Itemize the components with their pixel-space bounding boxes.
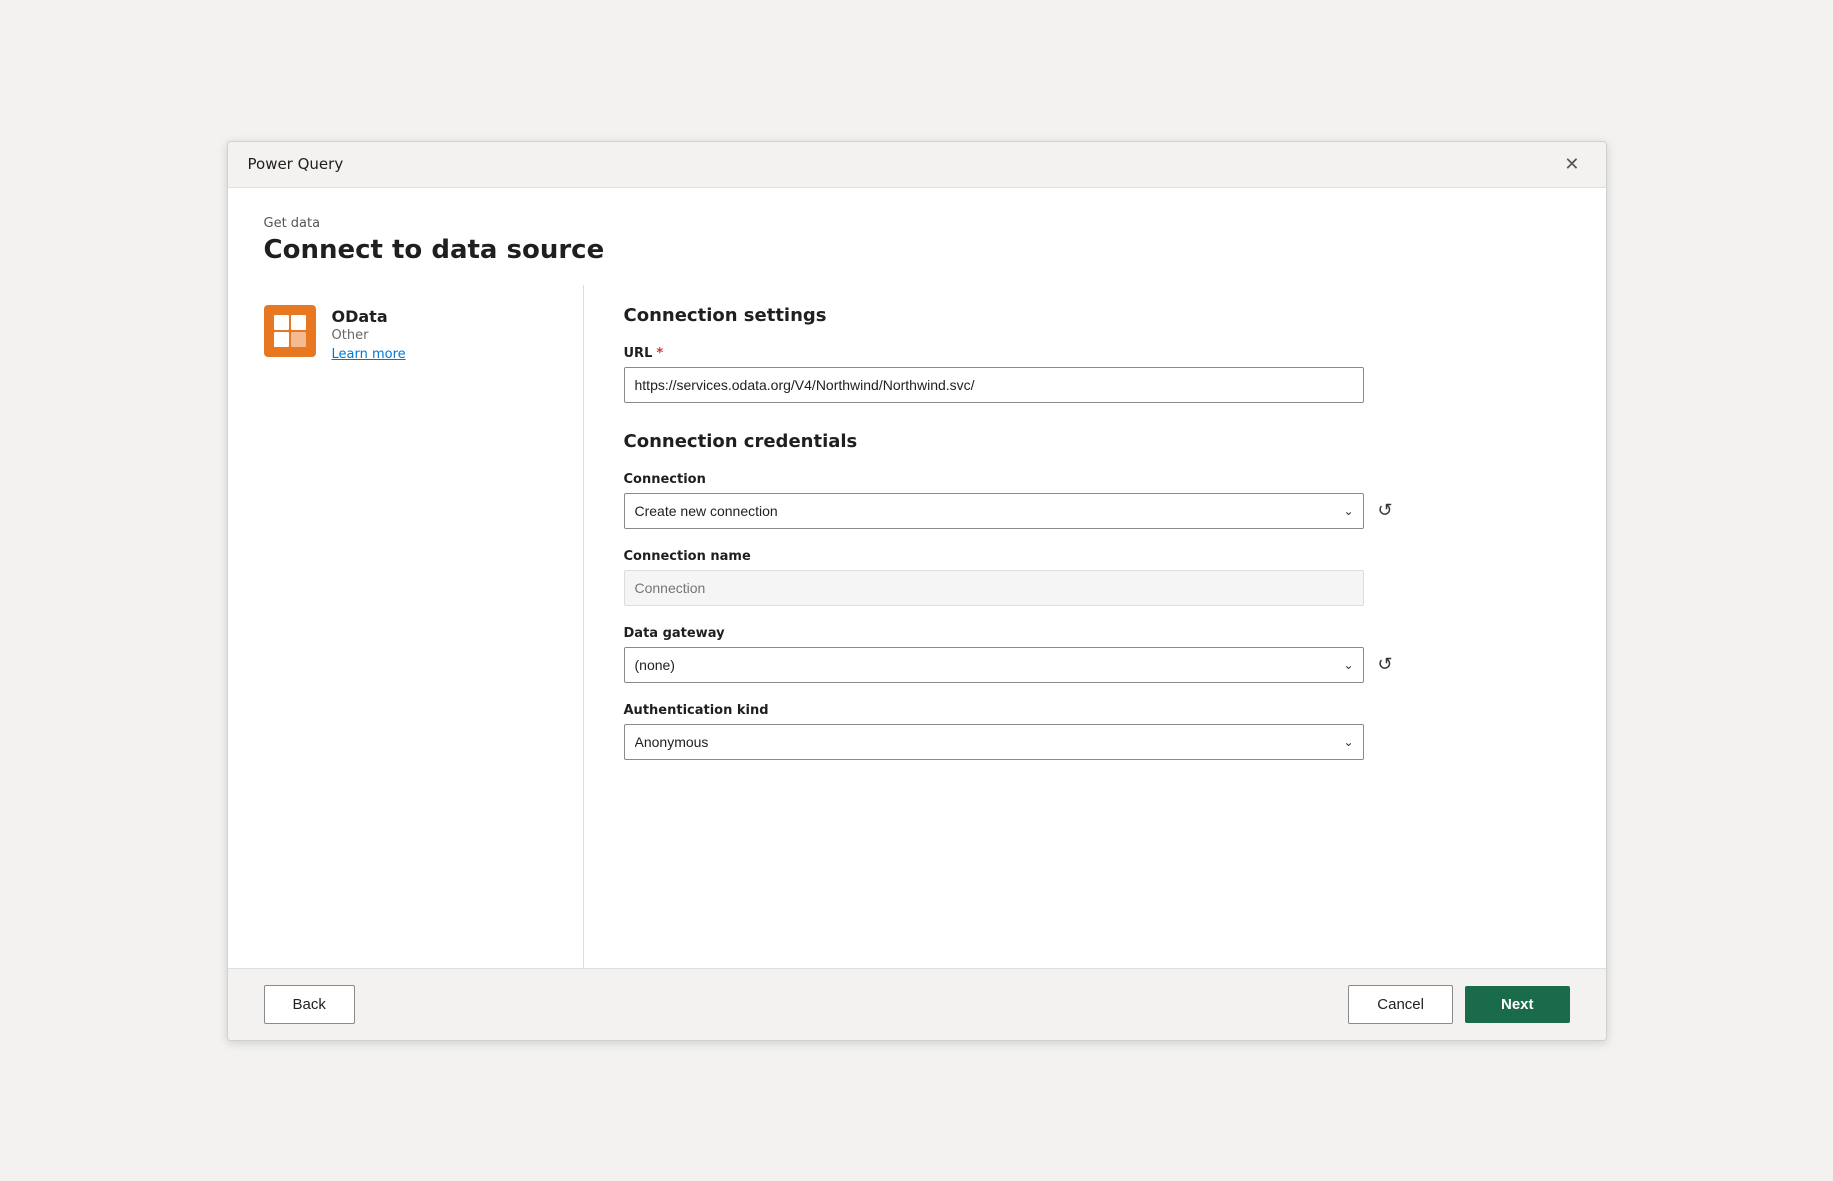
connector-icon (264, 305, 316, 357)
auth-kind-select-wrapper: Anonymous Basic OAuth2 ⌄ (624, 724, 1364, 760)
connection-label: Connection (624, 472, 1570, 487)
data-gateway-label: Data gateway (624, 626, 1570, 641)
close-button[interactable]: ✕ (1558, 152, 1585, 177)
connector-category: Other (332, 328, 406, 343)
odata-icon-svg (272, 313, 308, 349)
power-query-dialog: Power Query ✕ Get data Connect to data s… (227, 141, 1607, 1041)
page-header: Get data Connect to data source (228, 188, 1606, 285)
connection-credentials-section: Connection credentials Connection Create… (624, 431, 1570, 760)
learn-more-link[interactable]: Learn more (332, 347, 406, 362)
connection-settings-title: Connection settings (624, 305, 1570, 326)
connector-details: OData Other Learn more (332, 305, 406, 362)
data-gateway-refresh-button[interactable]: ↺ (1374, 650, 1397, 679)
title-bar: Power Query ✕ (228, 142, 1606, 188)
connection-select-wrapper: Create new connection ⌄ (624, 493, 1364, 529)
credentials-title: Connection credentials (624, 431, 1570, 452)
connection-refresh-button[interactable]: ↺ (1374, 496, 1397, 525)
data-gateway-field-group: Data gateway (none) ⌄ ↺ (624, 626, 1570, 683)
footer: Back Cancel Next (228, 968, 1606, 1040)
url-label-text: URL (624, 346, 653, 361)
data-gateway-select[interactable]: (none) (624, 647, 1364, 683)
footer-left: Back (264, 985, 355, 1024)
left-panel: OData Other Learn more (264, 285, 584, 968)
right-panel: Connection settings URL * Connection cre… (584, 285, 1570, 968)
auth-kind-field-group: Authentication kind Anonymous Basic OAut… (624, 703, 1570, 760)
cancel-button[interactable]: Cancel (1348, 985, 1453, 1024)
data-gateway-select-row: (none) ⌄ ↺ (624, 647, 1570, 683)
url-required-star: * (656, 346, 663, 361)
main-body: OData Other Learn more Connection settin… (228, 285, 1606, 968)
dialog-title: Power Query (248, 155, 344, 173)
auth-kind-select[interactable]: Anonymous Basic OAuth2 (624, 724, 1364, 760)
breadcrumb: Get data (264, 216, 1570, 231)
connector-info: OData Other Learn more (264, 305, 547, 362)
back-button[interactable]: Back (264, 985, 355, 1024)
content-area: Get data Connect to data source (228, 188, 1606, 968)
connector-name: OData (332, 307, 406, 326)
next-button[interactable]: Next (1465, 986, 1570, 1023)
url-input[interactable] (624, 367, 1364, 403)
footer-right: Cancel Next (1348, 985, 1569, 1024)
connection-select-row: Create new connection ⌄ ↺ (624, 493, 1570, 529)
connection-name-field-group: Connection name (624, 549, 1570, 606)
auth-kind-label: Authentication kind (624, 703, 1570, 718)
connection-field-group: Connection Create new connection ⌄ ↺ (624, 472, 1570, 529)
connection-name-label: Connection name (624, 549, 1570, 564)
url-label: URL * (624, 346, 1570, 361)
data-gateway-select-wrapper: (none) ⌄ (624, 647, 1364, 683)
connection-select[interactable]: Create new connection (624, 493, 1364, 529)
connection-name-input[interactable] (624, 570, 1364, 606)
url-field-group: URL * (624, 346, 1570, 403)
page-title: Connect to data source (264, 235, 1570, 265)
